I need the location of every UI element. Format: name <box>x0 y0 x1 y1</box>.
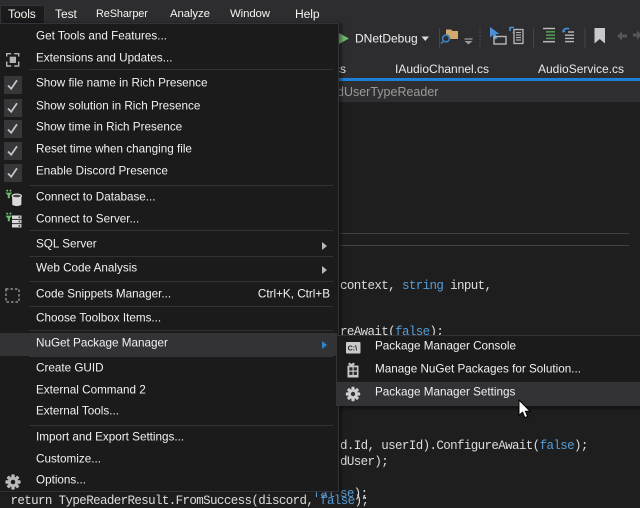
svg-text:C:\: C:\ <box>348 343 358 352</box>
svg-text:DNetDebug: DNetDebug <box>355 32 418 46</box>
